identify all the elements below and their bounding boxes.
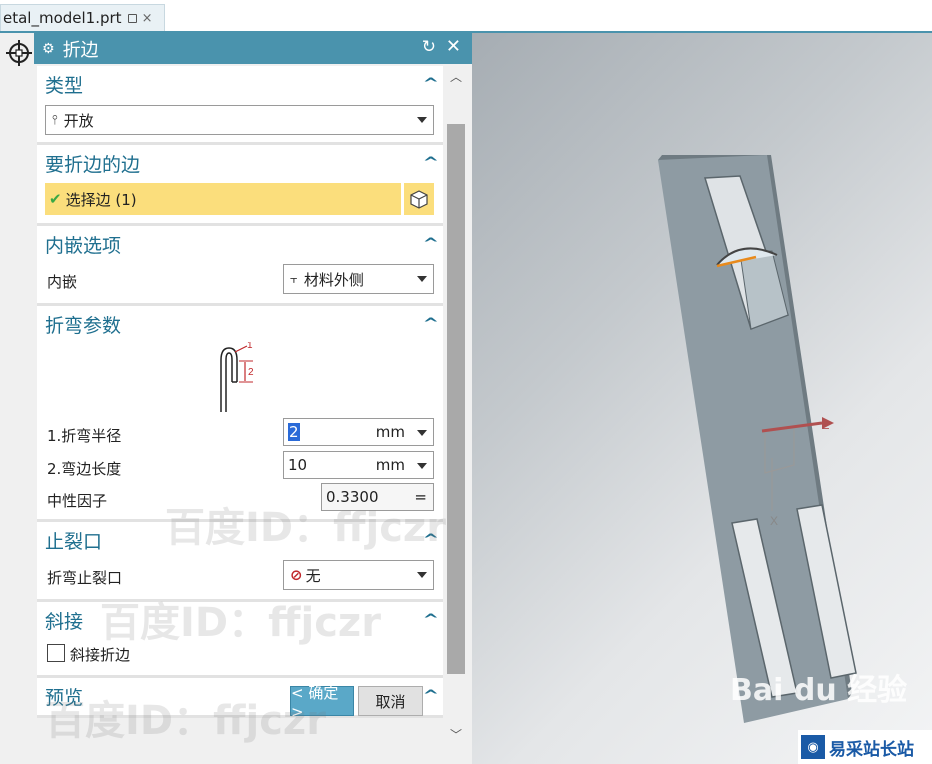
flange-length-input[interactable]: 10 mm (283, 451, 434, 479)
chevron-down-icon (417, 572, 427, 578)
cancel-button[interactable]: 取消 (358, 686, 423, 716)
sheet-metal-part: Z X (658, 155, 857, 723)
section-edge: 要折边的边 ^ ✔ 选择边 (1) (37, 145, 443, 226)
collapse-icon[interactable]: ^ (423, 532, 439, 548)
section-title: 止裂口 (45, 530, 103, 553)
chevron-down-icon[interactable] (417, 430, 427, 436)
bend-diagram: 1 2 (220, 342, 254, 412)
check-icon: ✔ (49, 190, 62, 208)
select-edge-label: 选择边 (1) (65, 190, 137, 209)
section-header-miter[interactable]: 斜接 ^ (37, 602, 443, 638)
flange-dialog: ⚙ 折边 ↻ ✕ 类型 ^ ⫯ 开放 要折边的边 ^ ✔ 选择边 (1) 内嵌选… (34, 33, 472, 764)
file-tab-title: etal_model1.prt (3, 9, 122, 27)
scrollbar-thumb[interactable] (447, 124, 465, 674)
collapse-icon[interactable]: ^ (423, 155, 439, 171)
collapse-icon[interactable]: ^ (423, 612, 439, 628)
collapse-icon[interactable]: ^ (423, 76, 439, 92)
bend-radius-label: 1.折弯半径 (47, 427, 122, 445)
ok-button[interactable]: < 确定 > (290, 684, 354, 721)
type-value: 开放 (63, 111, 94, 130)
collapse-icon[interactable]: ^ (423, 688, 439, 704)
select-edge-row[interactable]: ✔ 选择边 (1) (45, 183, 401, 215)
inset-value: 材料外侧 (303, 270, 364, 289)
dialog-panel: 类型 ^ ⫯ 开放 要折边的边 ^ ✔ 选择边 (1) 内嵌选项 ^ 内嵌 ⫟ … (37, 66, 443, 744)
type-dropdown[interactable]: ⫯ 开放 (45, 105, 434, 135)
site-logo-text: 易采站长站 (829, 739, 914, 760)
flange-length-label: 2.弯边长度 (47, 460, 122, 478)
file-tab-bar: etal_model1.prt × (0, 0, 932, 33)
section-title: 折弯参数 (45, 314, 122, 337)
select-edge-button[interactable] (403, 183, 434, 215)
baidu-logo: Bai du 经验 (730, 673, 908, 708)
dialog-titlebar: ⚙ 折边 ↻ ✕ (34, 33, 472, 64)
gear-icon[interactable]: ⚙ (42, 41, 55, 57)
miter-checkbox-label: 斜接折边 (70, 646, 131, 664)
bend-radius-input[interactable]: 2 mm (283, 418, 434, 446)
section-title: 要折边的边 (45, 153, 141, 176)
section-header-bend[interactable]: 折弯参数 ^ (37, 306, 443, 342)
bend-relief-dropdown[interactable]: ⊘ 无 (283, 560, 434, 590)
chevron-down-icon (417, 276, 427, 282)
x-axis-label: X (770, 514, 778, 528)
section-title: 斜接 (45, 610, 84, 633)
section-header-edge[interactable]: 要折边的边 ^ (37, 145, 443, 181)
material-outside-icon: ⫟ (290, 271, 298, 287)
move-cursor-icon (6, 40, 32, 66)
miter-checkbox[interactable] (47, 644, 65, 662)
formula-icon[interactable]: = (414, 488, 427, 506)
flange-length-value: 10 (288, 456, 308, 474)
bend-relief-label: 折弯止裂口 (47, 569, 123, 587)
scroll-up-icon[interactable]: ︿ (445, 66, 467, 86)
inset-dropdown[interactable]: ⫟ 材料外侧 (283, 264, 434, 294)
bend-relief-value: 无 (305, 566, 321, 585)
diagram-mark-1: 1 (247, 342, 253, 351)
section-title: 类型 (45, 74, 84, 97)
section-inset: 内嵌选项 ^ 内嵌 ⫟ 材料外侧 (37, 226, 443, 306)
inset-label: 内嵌 (47, 273, 78, 291)
reset-icon[interactable]: ↻ (422, 37, 436, 57)
left-toolbar-strip (0, 33, 34, 764)
section-header-type[interactable]: 类型 ^ (37, 66, 443, 102)
diagram-mark-2: 2 (248, 367, 254, 378)
section-bend: 折弯参数 ^ 1 2 1.折弯半径 2 mm 2.弯边长度 10 mm 中性因子… (37, 306, 443, 522)
pin-icon[interactable] (127, 13, 137, 23)
section-title: 预览 (45, 686, 84, 709)
scroll-down-icon[interactable]: ﹀ (445, 724, 467, 744)
chevron-down-icon[interactable] (417, 463, 427, 469)
close-icon[interactable]: × (142, 11, 153, 26)
z-axis-label: Z (822, 418, 829, 432)
neutral-factor-value: 0.3300 (326, 488, 379, 506)
section-relief: 止裂口 ^ 折弯止裂口 ⊘ 无 (37, 522, 443, 602)
chevron-down-icon (417, 117, 427, 123)
section-miter: 斜接 ^ 斜接折边 (37, 602, 443, 678)
site-logo-icon: ◉ (801, 735, 825, 759)
site-logo: ◉ 易采站长站 (798, 730, 932, 764)
file-tab[interactable]: etal_model1.prt × (0, 4, 165, 31)
graphics-viewport[interactable]: Z X (472, 33, 932, 764)
collapse-icon[interactable]: ^ (423, 236, 439, 252)
open-flange-icon: ⫯ (52, 112, 58, 128)
section-title: 内嵌选项 (45, 234, 122, 257)
collapse-icon[interactable]: ^ (423, 316, 439, 332)
dialog-title: 折边 (62, 39, 99, 61)
cube-icon (410, 190, 428, 209)
none-icon: ⊘ (290, 566, 303, 584)
bend-radius-unit: mm (375, 423, 405, 441)
neutral-factor-label: 中性因子 (47, 492, 108, 510)
flange-length-unit: mm (375, 456, 405, 474)
section-header-relief[interactable]: 止裂口 ^ (37, 522, 443, 558)
neutral-factor-input[interactable]: 0.3300 = (321, 483, 434, 511)
section-header-inset[interactable]: 内嵌选项 ^ (37, 226, 443, 262)
bend-radius-value: 2 (288, 423, 300, 441)
dialog-scrollbar[interactable]: ︿ ﹀ (445, 66, 467, 744)
close-icon[interactable]: ✕ (446, 36, 461, 57)
section-type: 类型 ^ ⫯ 开放 (37, 66, 443, 145)
